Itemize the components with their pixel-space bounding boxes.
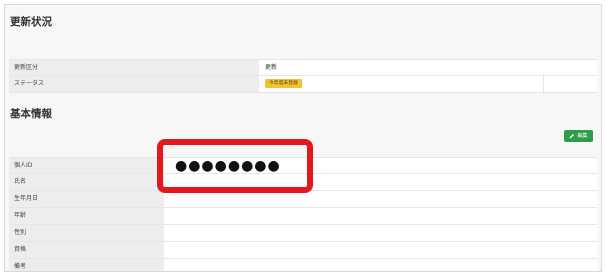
gender-label: 性別 xyxy=(9,225,164,241)
table-row: 性別 xyxy=(9,225,597,242)
edit-button-label: 編集 xyxy=(577,133,588,139)
personal-id-label: 個人ID xyxy=(9,158,164,173)
update-status-title: 更新状況 xyxy=(10,16,52,28)
birthdate-label: 生年月日 xyxy=(9,191,164,207)
gender-value xyxy=(164,225,597,241)
table-row: 生年月日 xyxy=(9,191,597,208)
pencil-icon xyxy=(570,133,575,139)
qualification-value xyxy=(164,242,597,258)
birthdate-value xyxy=(164,191,597,207)
table-row: 備考 xyxy=(9,259,597,271)
age-label: 年齢 xyxy=(9,208,164,224)
status-label: ステータス xyxy=(9,76,259,92)
update-status-table: 更新区分 更新 ステータス 今年度未登録 xyxy=(9,59,597,93)
table-row: ステータス 今年度未登録 xyxy=(9,76,597,93)
edit-button[interactable]: 編集 xyxy=(564,130,593,142)
status-value: 今年度未登録 xyxy=(259,76,543,92)
age-value xyxy=(164,208,597,224)
table-row: 資格 xyxy=(9,242,597,259)
update-type-label: 更新区分 xyxy=(9,60,259,75)
table-row: 更新区分 更新 xyxy=(9,59,597,76)
status-extra-cell xyxy=(543,76,597,92)
name-label: 氏名 xyxy=(9,174,164,190)
status-badge: 今年度未登録 xyxy=(265,79,302,88)
page-panel: 更新状況 更新区分 更新 ステータス 今年度未登録 基本情報 編集 個人ID 氏… xyxy=(4,4,602,272)
basic-info-title: 基本情報 xyxy=(10,108,52,120)
qualification-label: 資格 xyxy=(9,242,164,258)
highlight-box xyxy=(157,139,313,193)
notes-value xyxy=(164,259,597,271)
notes-label: 備考 xyxy=(9,259,164,271)
update-type-value: 更新 xyxy=(259,60,597,75)
table-row: 年齢 xyxy=(9,208,597,225)
